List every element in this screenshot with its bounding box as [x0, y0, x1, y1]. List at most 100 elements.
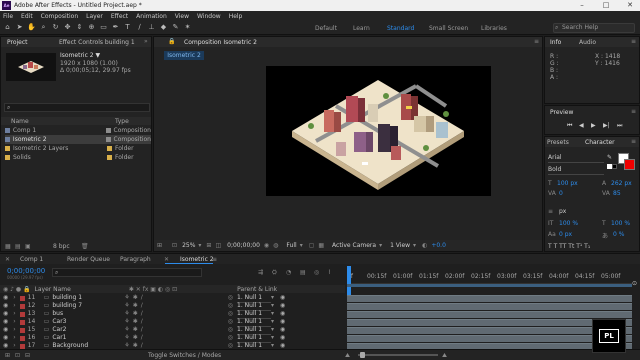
- eyedropper-icon[interactable]: ✎: [607, 154, 612, 161]
- frame-blending-icon[interactable]: ▤: [300, 269, 306, 276]
- puppet-tool-icon[interactable]: ✶: [183, 23, 192, 32]
- tab-info[interactable]: Info: [550, 38, 561, 47]
- layer-duration-bar[interactable]: [347, 303, 632, 310]
- shy-switch-icon[interactable]: ⚘: [124, 310, 129, 318]
- timeline-zoom-handle[interactable]: [360, 352, 365, 358]
- menu-help[interactable]: Help: [229, 13, 243, 20]
- show-channel-icon[interactable]: ◍: [273, 242, 278, 249]
- expand-chevron-icon[interactable]: ›: [13, 334, 15, 342]
- label-swatch[interactable]: [19, 343, 25, 349]
- label-swatch[interactable]: [19, 303, 25, 309]
- quality-switch-icon[interactable]: ∕: [141, 302, 143, 310]
- transparency-grid-icon[interactable]: ▦: [318, 242, 324, 249]
- reset-exposure-icon[interactable]: ◐: [422, 242, 427, 249]
- minimize-icon[interactable]: –: [574, 0, 590, 11]
- last-frame-icon[interactable]: ⏭: [617, 122, 622, 130]
- interpret-footage-icon[interactable]: ▦: [5, 243, 11, 250]
- eye-icon[interactable]: ◉: [280, 310, 285, 318]
- new-composition-icon[interactable]: ▣: [25, 243, 31, 250]
- layer-row[interactable]: ◉ › 12 ▭ building 7 ⚘ ✱ ∕ ◎ 1. Null 1 ▾ ◉: [0, 302, 345, 311]
- quality-switch-icon[interactable]: ∕: [141, 294, 143, 302]
- font-style-select[interactable]: Bold: [548, 166, 604, 175]
- playhead[interactable]: [347, 266, 351, 296]
- zoom-out-icon[interactable]: ⛰: [345, 352, 350, 360]
- eye-icon[interactable]: ◉: [3, 302, 8, 310]
- panel-menu-icon[interactable]: »: [144, 38, 148, 45]
- tab-paragraph[interactable]: Paragraph: [120, 256, 151, 263]
- menu-view[interactable]: View: [175, 13, 189, 20]
- layer-search-input[interactable]: ⌕: [52, 268, 202, 277]
- layer-name[interactable]: building 7: [52, 302, 124, 310]
- layer-name[interactable]: Car3: [52, 318, 124, 326]
- menu-file[interactable]: File: [3, 13, 13, 20]
- selection-tool-icon[interactable]: ➤: [15, 23, 24, 32]
- views-select[interactable]: 1 View: [390, 242, 410, 249]
- label-swatch[interactable]: [19, 311, 25, 317]
- exposure-value[interactable]: +0.0: [431, 242, 446, 249]
- stroke-color-swatch[interactable]: [624, 159, 635, 170]
- grid-icon[interactable]: ⊞: [206, 242, 211, 249]
- shy-switch-icon[interactable]: ⚘: [124, 334, 129, 342]
- project-item[interactable]: Comp 1 Composition: [5, 126, 151, 135]
- stroke-width-unit[interactable]: px: [559, 208, 566, 215]
- search-help-input[interactable]: ⌕ Search Help: [553, 23, 635, 33]
- label-swatch[interactable]: [19, 327, 25, 333]
- close-icon[interactable]: ✕: [622, 0, 638, 11]
- tab-isometric-2[interactable]: Isometric 2: [180, 256, 214, 263]
- font-family-select[interactable]: Arial: [548, 154, 604, 163]
- lock-icon[interactable]: 🔒: [168, 38, 175, 45]
- label-swatch[interactable]: [19, 295, 25, 301]
- layer-row[interactable]: ◉ › 11 ▭ building 1 ⚘ ✱ ∕ ◎ 1. Null 1 ▾ ◉: [0, 294, 345, 303]
- snapshot-icon[interactable]: ◉: [264, 242, 269, 249]
- menu-edit[interactable]: Edit: [21, 13, 33, 20]
- layer-name[interactable]: Car1: [52, 334, 124, 342]
- time-ruler[interactable]: 0f 00:15f 01:00f 01:15f 02:00f 02:15f 03…: [347, 270, 632, 284]
- pen-tool-icon[interactable]: ✒: [111, 23, 120, 32]
- column-parent[interactable]: Parent & Link: [237, 286, 277, 293]
- pickwhip-icon[interactable]: ◎: [228, 294, 233, 302]
- expand-chevron-icon[interactable]: ›: [13, 294, 15, 302]
- eye-icon[interactable]: ◉: [3, 310, 8, 318]
- layer-duration-bar[interactable]: [347, 319, 632, 326]
- project-search-input[interactable]: ⌕: [4, 103, 150, 112]
- quality-switch-icon[interactable]: ∕: [141, 334, 143, 342]
- layer-duration-bar[interactable]: [347, 335, 632, 342]
- zoom-select[interactable]: 25%: [182, 242, 195, 249]
- eye-icon[interactable]: ◉: [280, 318, 285, 326]
- quality-switch-icon[interactable]: ∕: [141, 310, 143, 318]
- home-icon[interactable]: ⌂: [3, 23, 12, 32]
- pan-behind-icon[interactable]: ⊕: [87, 23, 96, 32]
- layer-duration-bar[interactable]: [347, 327, 632, 334]
- quality-switch-icon[interactable]: ∕: [141, 326, 143, 334]
- eye-icon[interactable]: ◉: [3, 334, 8, 342]
- panel-menu-icon[interactable]: ≡: [631, 38, 636, 45]
- tsume-value[interactable]: 0 %: [613, 231, 624, 238]
- draft-3d-icon[interactable]: ⛭: [272, 269, 277, 277]
- next-frame-icon[interactable]: ▶|: [603, 122, 610, 129]
- layer-row[interactable]: ◉ › 14 ▭ Car3 ⚘ ✱ ∕ ◎ 1. Null 1 ▾ ◉: [0, 318, 345, 327]
- eye-icon[interactable]: ◉: [280, 302, 285, 310]
- bpc-label[interactable]: 8 bpc: [53, 243, 70, 250]
- brush-tool-icon[interactable]: ∕: [135, 23, 144, 32]
- toggle-in-out-icon[interactable]: ⊟: [25, 352, 30, 359]
- project-item[interactable]: Isometric 2 Layers Folder: [5, 144, 151, 153]
- pickwhip-icon[interactable]: ◎: [228, 318, 233, 326]
- timeline-zoom-slider[interactable]: [358, 354, 438, 356]
- collapse-switch-icon[interactable]: ✱: [133, 302, 138, 310]
- layer-duration-bar[interactable]: [347, 311, 632, 318]
- close-tab-icon[interactable]: ✕: [164, 256, 169, 263]
- black-swatch[interactable]: [612, 164, 617, 169]
- shy-layers-icon[interactable]: ◔: [286, 269, 291, 276]
- toggle-switches-modes-button[interactable]: Toggle Switches / Modes: [148, 352, 221, 359]
- work-area-bar[interactable]: [347, 284, 632, 287]
- panel-menu-icon[interactable]: ≡: [534, 38, 539, 45]
- graph-editor-icon[interactable]: ⌇: [328, 269, 331, 276]
- pan-camera-icon[interactable]: ✥: [63, 23, 72, 32]
- tab-preview[interactable]: Preview: [550, 108, 573, 117]
- mask-visibility-icon[interactable]: ◫: [215, 242, 221, 249]
- shy-switch-icon[interactable]: ⚘: [124, 302, 129, 310]
- zoom-in-icon[interactable]: ⛰: [442, 352, 447, 360]
- shy-switch-icon[interactable]: ⚘: [124, 318, 129, 326]
- tab-composition[interactable]: Composition Isometric 2: [184, 38, 257, 47]
- column-name[interactable]: Name: [11, 118, 29, 125]
